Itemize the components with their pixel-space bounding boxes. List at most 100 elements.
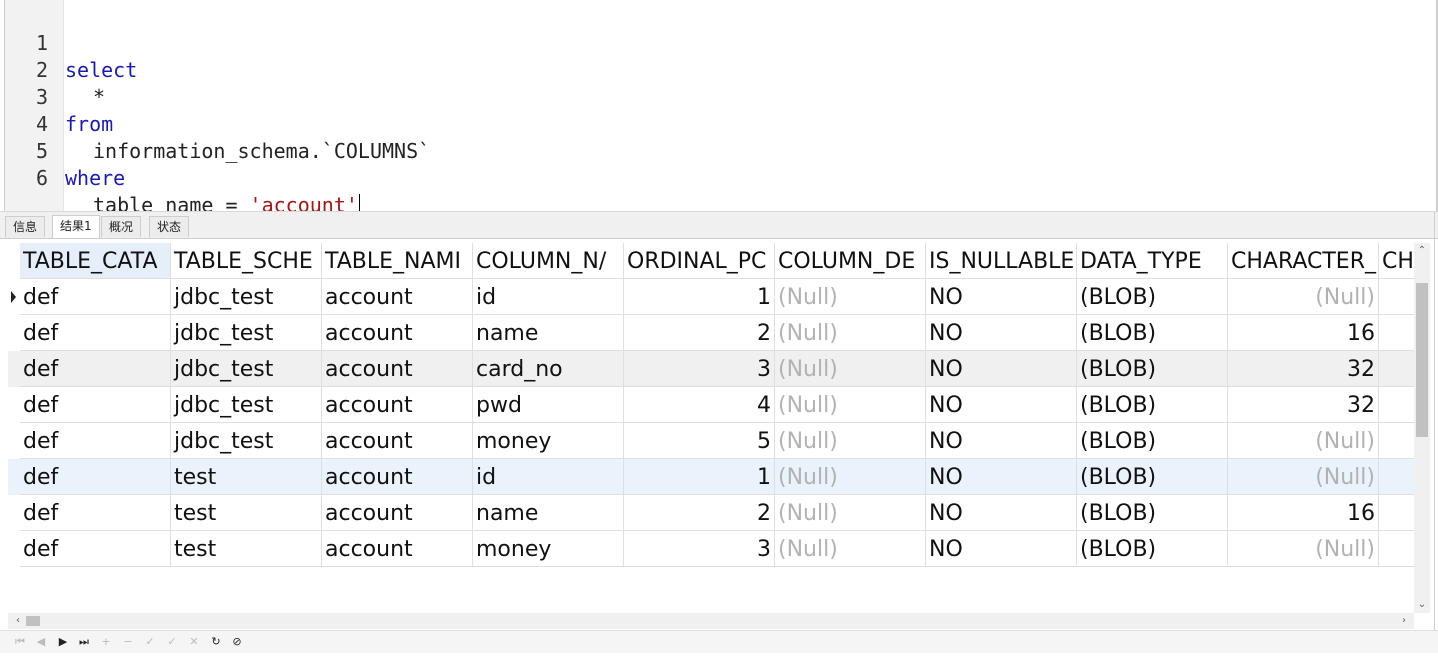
table-cell[interactable]: (BLOB) — [1077, 459, 1228, 495]
table-cell[interactable]: account — [322, 459, 473, 495]
table-cell[interactable]: (BLOB) — [1077, 387, 1228, 423]
column-header-ch[interactable]: CH — [1379, 243, 1414, 279]
table-cell[interactable] — [1379, 531, 1414, 567]
table-cell[interactable]: def — [20, 315, 171, 351]
table-cell[interactable]: account — [322, 531, 473, 567]
table-cell[interactable]: 16 — [1228, 495, 1379, 531]
horizontal-scrollbar[interactable]: ‹ › — [8, 613, 1414, 629]
table-cell[interactable] — [1379, 279, 1414, 315]
table-cell[interactable]: (Null) — [775, 495, 926, 531]
first-record-icon[interactable]: ⏮ — [12, 634, 28, 650]
table-cell[interactable]: def — [20, 351, 171, 387]
table-cell[interactable]: (Null) — [775, 351, 926, 387]
table-cell[interactable]: 1 — [624, 279, 775, 315]
table-cell[interactable]: NO — [926, 423, 1077, 459]
table-cell[interactable]: 2 — [624, 315, 775, 351]
table-cell[interactable]: def — [20, 531, 171, 567]
table-cell[interactable]: (Null) — [775, 387, 926, 423]
table-cell[interactable]: (Null) — [775, 531, 926, 567]
table-cell[interactable]: (Null) — [775, 279, 926, 315]
table-cell[interactable]: NO — [926, 315, 1077, 351]
delete-record-icon[interactable]: − — [120, 634, 136, 650]
column-header-ordinal-pc[interactable]: ORDINAL_PC — [624, 243, 775, 279]
refresh-icon[interactable]: ↻ — [208, 634, 224, 650]
vertical-scrollbar[interactable]: ⌃ ⌄ — [1414, 243, 1430, 613]
table-cell[interactable]: test — [171, 459, 322, 495]
table-cell[interactable]: jdbc_test — [171, 351, 322, 387]
table-row[interactable]: def test account money 3 (Null) NO (BLOB) (Null) — [8, 531, 1414, 567]
table-cell[interactable]: NO — [926, 351, 1077, 387]
stop-icon[interactable]: ⊘ — [229, 634, 245, 650]
table-cell[interactable]: (Null) — [775, 459, 926, 495]
table-cell[interactable]: card_no — [473, 351, 624, 387]
apply-changes-icon[interactable]: ✓ — [142, 634, 158, 650]
table-cell[interactable]: test — [171, 495, 322, 531]
table-cell[interactable]: 1 — [624, 459, 775, 495]
table-cell[interactable]: account — [322, 387, 473, 423]
tab-overview[interactable]: 概况 — [101, 216, 142, 237]
table-cell[interactable]: account — [322, 423, 473, 459]
table-cell[interactable]: (Null) — [1228, 279, 1379, 315]
table-cell[interactable]: (Null) — [775, 315, 926, 351]
table-cell[interactable]: id — [473, 279, 624, 315]
table-cell[interactable]: account — [322, 495, 473, 531]
table-cell[interactable]: (BLOB) — [1077, 279, 1228, 315]
column-header-character[interactable]: CHARACTER_ — [1228, 243, 1379, 279]
table-row[interactable]: def jdbc_test account card_no 3 (Null) NO (BLOB… — [8, 351, 1414, 387]
scroll-down-icon[interactable]: ⌄ — [1414, 599, 1430, 611]
tab-status[interactable]: 状态 — [149, 216, 190, 237]
table-cell[interactable]: 32 — [1228, 351, 1379, 387]
prev-record-icon[interactable]: ◀ — [33, 634, 49, 650]
table-cell[interactable]: id — [473, 459, 624, 495]
table-cell[interactable]: account — [322, 351, 473, 387]
column-header-column-n[interactable]: COLUMN_N/ — [473, 243, 624, 279]
table-row[interactable]: def test account name 2 (Null) NO (BLOB) 16 — [8, 495, 1414, 531]
add-record-icon[interactable]: + — [98, 634, 114, 650]
table-row[interactable]: def test account id 1 (Null) NO (BLOB) (Null) — [8, 459, 1414, 495]
table-cell[interactable]: def — [20, 423, 171, 459]
table-cell[interactable]: (BLOB) — [1077, 315, 1228, 351]
table-cell[interactable]: (Null) — [1228, 459, 1379, 495]
table-cell[interactable]: jdbc_test — [171, 315, 322, 351]
table-cell[interactable]: NO — [926, 459, 1077, 495]
tab-info[interactable]: 信息 — [5, 216, 46, 237]
table-row[interactable]: def jdbc_test account name 2 (Null) NO (BLOB) 16 — [8, 315, 1414, 351]
table-cell[interactable] — [1379, 315, 1414, 351]
table-cell[interactable]: 16 — [1228, 315, 1379, 351]
table-cell[interactable]: name — [473, 315, 624, 351]
table-cell[interactable]: (BLOB) — [1077, 423, 1228, 459]
table-cell[interactable]: (Null) — [1228, 531, 1379, 567]
column-header-table-nami[interactable]: TABLE_NAMI — [322, 243, 473, 279]
table-cell[interactable]: 5 — [624, 423, 775, 459]
table-cell[interactable]: def — [20, 459, 171, 495]
column-header-data-type[interactable]: DATA_TYPE — [1077, 243, 1228, 279]
table-cell[interactable]: (BLOB) — [1077, 351, 1228, 387]
table-cell[interactable]: test — [171, 531, 322, 567]
result-grid[interactable]: TABLE_CATA TABLE_SCHE TABLE_NAMI COLUMN_N/O… — [8, 243, 1414, 613]
table-cell[interactable]: (Null) — [1228, 423, 1379, 459]
table-cell[interactable] — [1379, 495, 1414, 531]
table-cell[interactable]: 4 — [624, 387, 775, 423]
table-cell[interactable]: NO — [926, 387, 1077, 423]
table-cell[interactable]: (Null) — [775, 423, 926, 459]
table-cell[interactable]: (BLOB) — [1077, 495, 1228, 531]
scroll-left-icon[interactable]: ‹ — [10, 615, 26, 627]
table-cell[interactable]: account — [322, 279, 473, 315]
discard-changes-icon[interactable]: ✓ — [164, 634, 180, 650]
table-cell[interactable]: 3 — [624, 531, 775, 567]
table-cell[interactable]: def — [20, 279, 171, 315]
table-cell[interactable] — [1379, 351, 1414, 387]
column-header-table-sche[interactable]: TABLE_SCHE — [171, 243, 322, 279]
table-cell[interactable]: 3 — [624, 351, 775, 387]
last-record-icon[interactable]: ⏭ — [76, 634, 92, 650]
scroll-up-icon[interactable]: ⌃ — [1414, 245, 1430, 257]
table-row[interactable]: def jdbc_test account pwd 4 (Null) NO (BLOB) 32 — [8, 387, 1414, 423]
column-header-table-cata[interactable]: TABLE_CATA — [20, 243, 171, 279]
table-cell[interactable] — [1379, 423, 1414, 459]
table-cell[interactable]: def — [20, 495, 171, 531]
cancel-changes-icon[interactable]: ✕ — [186, 634, 202, 650]
table-cell[interactable] — [1379, 387, 1414, 423]
column-header-column-de[interactable]: COLUMN_DE — [775, 243, 926, 279]
table-cell[interactable]: NO — [926, 495, 1077, 531]
table-cell[interactable]: jdbc_test — [171, 423, 322, 459]
